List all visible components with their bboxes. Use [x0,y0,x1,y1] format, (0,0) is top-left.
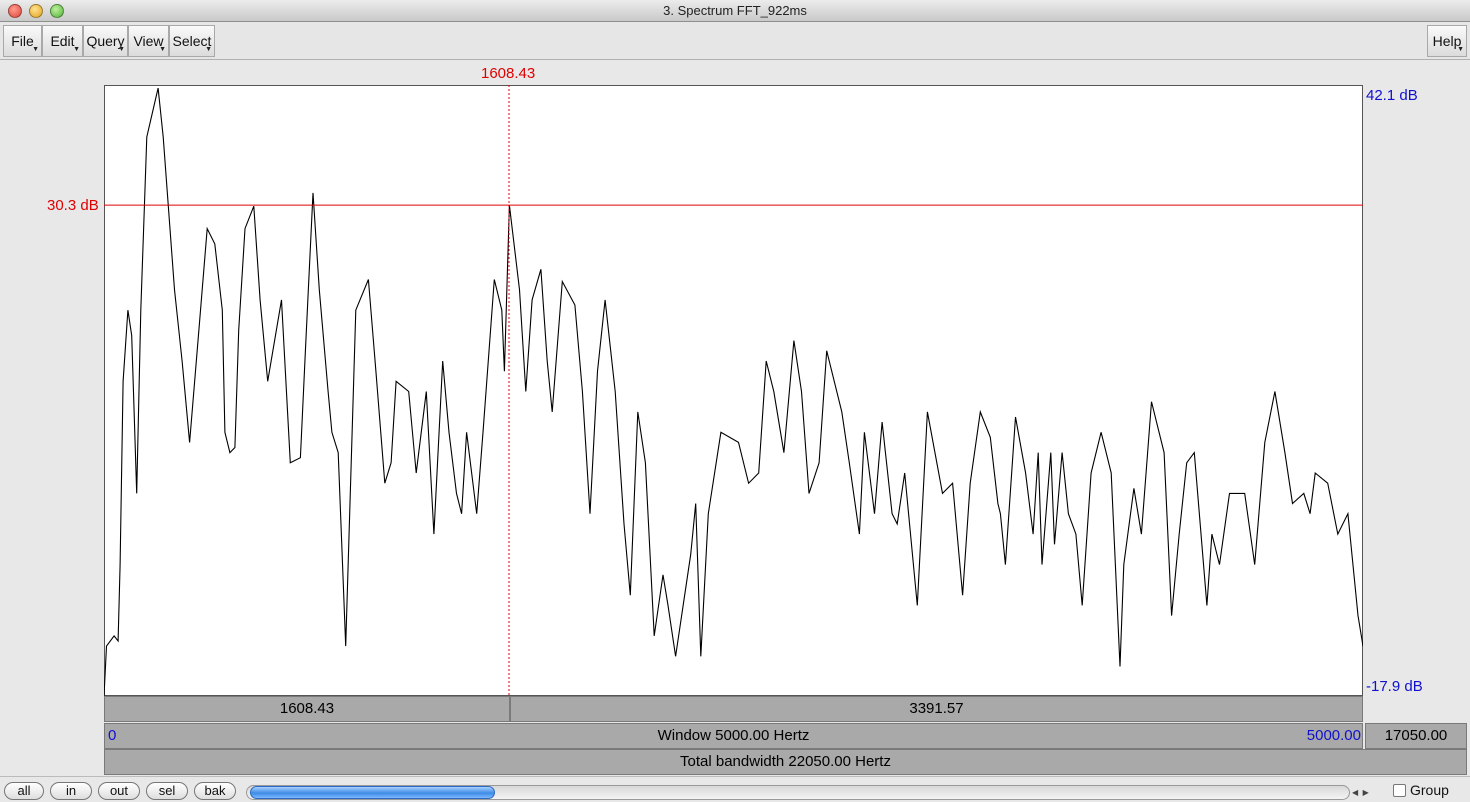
spectrum-plot[interactable] [104,85,1363,696]
window-title: 3. Spectrum FFT_922ms [663,3,807,18]
menu-edit-arrow-icon: ▼ [73,46,80,53]
title-bar: 3. Spectrum FFT_922ms [0,0,1470,22]
scroll-left-icon[interactable]: ◀ [1352,788,1358,797]
window-bar[interactable]: Window 5000.00 Hertz 0 5000.00 [104,723,1363,749]
menu-file-label: File [11,33,34,49]
menu-select[interactable]: Select ▼ [169,25,215,57]
right-selection-segment[interactable]: 3391.57 [510,696,1363,722]
scrollbar-thumb[interactable] [250,786,495,799]
scroll-right-icon[interactable]: ▶ [1363,788,1369,797]
menu-view[interactable]: View ▼ [128,25,169,57]
total-bandwidth-bar[interactable]: Total bandwidth 22050.00 Hertz [104,749,1467,775]
zoom-in-button[interactable]: in [50,782,92,800]
menu-help[interactable]: Help ▼ [1427,25,1467,57]
menu-query-arrow-icon: ▼ [118,46,125,53]
menu-file-arrow-icon: ▼ [32,46,39,53]
cursor-level-label: 30.3 dB [47,197,99,214]
spectrum-curve [104,87,1363,696]
menu-help-arrow-icon: ▼ [1457,46,1464,53]
bottom-db-label: -17.9 dB [1366,678,1423,695]
menu-select-arrow-icon: ▼ [205,46,212,53]
menu-file[interactable]: File ▼ [3,25,42,57]
cursor-frequency-label: 1608.43 [481,65,536,82]
window-label: Window 5000.00 Hertz [657,727,810,744]
zoom-all-button[interactable]: all [4,782,44,800]
menu-bar: File ▼ Edit ▼ Query ▼ View ▼ Select ▼ Help ▼ [0,22,1470,60]
window-left-freq: 0 [108,727,117,744]
window-right-bar[interactable]: 17050.00 [1365,723,1467,749]
group-label: Group [1410,782,1449,798]
menu-edit-label: Edit [50,33,75,49]
menu-view-arrow-icon: ▼ [159,46,166,53]
menu-query[interactable]: Query ▼ [83,25,128,57]
window-right-freq: 5000.00 [1306,727,1361,744]
bottom-toolbar: all in out sel bak ◀ ▶ Group [0,776,1470,802]
top-db-label: 42.1 dB [1366,87,1418,104]
group-checkbox[interactable] [1393,784,1406,797]
zoom-back-button[interactable]: bak [194,782,236,800]
zoom-out-button[interactable]: out [98,782,140,800]
left-selection-segment[interactable]: 1608.43 [104,696,510,722]
zoom-selection-button[interactable]: sel [146,782,188,800]
menu-edit[interactable]: Edit ▼ [42,25,83,57]
scroll-arrows[interactable]: ◀ ▶ [1352,785,1386,800]
